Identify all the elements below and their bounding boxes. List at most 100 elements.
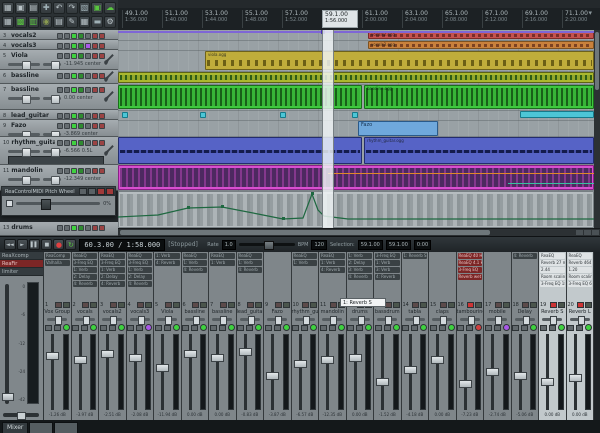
toolbar-button-icon[interactable]: ▤ xyxy=(53,16,65,28)
env-button[interactable] xyxy=(78,73,84,79)
mixer-strip[interactable]: ReaEQ3-Freq EQ1: Verb2: Delay4: Reverb 2… xyxy=(72,252,100,420)
fx-button[interactable] xyxy=(54,325,61,331)
strip-fader[interactable] xyxy=(484,332,511,412)
pan-slider-thumb[interactable] xyxy=(440,316,447,325)
track-button[interactable] xyxy=(64,53,70,59)
io-button[interactable] xyxy=(85,33,91,39)
fx-button[interactable] xyxy=(356,325,363,331)
fader-thumb[interactable] xyxy=(156,364,169,372)
strip-fader[interactable] xyxy=(264,332,291,412)
track-name[interactable]: rhythm_guitar xyxy=(11,139,55,146)
io-button[interactable] xyxy=(85,113,91,119)
zoom-out-icon[interactable] xyxy=(576,230,583,235)
toolbar-button-icon[interactable]: ◉ xyxy=(40,16,52,28)
strip-fader[interactable] xyxy=(72,332,99,412)
io-button[interactable] xyxy=(402,325,409,331)
fx-enable-button[interactable] xyxy=(71,168,77,174)
strip-fader[interactable] xyxy=(127,332,154,412)
transport-button[interactable]: ● xyxy=(53,239,64,250)
toolbar-button-icon[interactable]: ▬ xyxy=(91,16,103,28)
pan-slider-thumb[interactable] xyxy=(220,316,227,325)
strip-name[interactable]: mandolin xyxy=(319,309,346,316)
media-item[interactable] xyxy=(122,112,128,118)
minimize-icon[interactable] xyxy=(79,188,87,195)
selection-length[interactable]: 0:00 xyxy=(414,240,431,250)
fx-enable-button[interactable] xyxy=(71,87,77,93)
strip-fader[interactable] xyxy=(154,332,181,412)
fx-button[interactable] xyxy=(411,325,418,331)
io-button[interactable] xyxy=(512,325,519,331)
media-item[interactable] xyxy=(118,191,594,228)
mute-button[interactable] xyxy=(165,302,172,308)
io-button[interactable] xyxy=(430,325,437,331)
track-button[interactable] xyxy=(64,73,70,79)
track-panel[interactable]: 10 rhythm_guitar -6.566 0.5L xyxy=(0,137,118,165)
track-buttons[interactable] xyxy=(57,123,105,129)
solo-button[interactable] xyxy=(99,123,105,129)
mute-button[interactable] xyxy=(247,302,254,308)
mixer-strip[interactable]: 4: Reverb 18 Delay xyxy=(512,252,540,420)
fader-thumb[interactable] xyxy=(294,360,307,368)
toolbar-button-icon[interactable]: ✎ xyxy=(66,16,78,28)
volume-slider-thumb[interactable] xyxy=(22,176,31,185)
strip-fader[interactable] xyxy=(209,332,236,412)
pan-slider[interactable] xyxy=(377,318,397,321)
fx-slot[interactable]: 1: Verb xyxy=(73,267,98,273)
window-titlebar[interactable]: ReaControlMIDI Pitch Wheel xyxy=(2,187,115,196)
fader-thumb[interactable] xyxy=(569,374,582,382)
fader-thumb[interactable] xyxy=(459,380,472,388)
fx-slot[interactable]: 4: Reverb xyxy=(155,260,180,266)
strip-name[interactable]: Fazo xyxy=(264,309,291,316)
fader-thumb[interactable] xyxy=(486,368,499,376)
mute-button[interactable] xyxy=(330,302,337,308)
send-popup[interactable]: 1: Reverb S xyxy=(340,298,386,307)
strip-fader[interactable] xyxy=(44,332,71,412)
track-button[interactable] xyxy=(57,73,63,79)
mute-button[interactable] xyxy=(92,87,98,93)
solo-button[interactable] xyxy=(118,302,125,308)
mute-button[interactable] xyxy=(92,140,98,146)
mute-button[interactable] xyxy=(92,53,98,59)
media-item[interactable] xyxy=(200,112,206,118)
pan-slider[interactable] xyxy=(350,318,370,321)
strip-name[interactable]: mobile xyxy=(484,309,511,316)
strip-fx-list[interactable] xyxy=(484,252,511,301)
fader-thumb[interactable] xyxy=(46,352,59,360)
fader-thumb[interactable] xyxy=(376,378,389,386)
pan-slider[interactable] xyxy=(43,133,61,136)
mixer-strip[interactable]: ReaCompValhalla 1 Vox Group xyxy=(44,252,72,420)
media-item[interactable] xyxy=(280,112,286,118)
fx-slot[interactable]: 3-Freq EQ xyxy=(375,253,400,259)
solo-button[interactable] xyxy=(99,43,105,49)
record-arm-button[interactable] xyxy=(393,324,400,331)
fx-slot[interactable]: Reverb wet xyxy=(458,274,483,280)
io-button[interactable] xyxy=(320,325,327,331)
track-button[interactable] xyxy=(57,123,63,129)
fx-slot[interactable]: Reverb 27 ms xyxy=(540,260,565,266)
fx-button[interactable] xyxy=(329,325,336,331)
env-button[interactable] xyxy=(78,168,84,174)
fx-slot[interactable]: 1: Verb xyxy=(320,260,345,266)
mixer-strip[interactable]: ReaEQ1: Verb 7 bassline xyxy=(209,252,237,420)
fx-slot[interactable]: 3-Freq EQ xyxy=(458,267,483,273)
solo-button[interactable] xyxy=(99,113,105,119)
fx-slot[interactable]: 3-Freq EQ xyxy=(73,260,98,266)
track-buttons[interactable] xyxy=(57,33,105,39)
fx-slot[interactable]: 4: Reverb xyxy=(348,274,373,280)
fx-slot[interactable]: ReaEQ xyxy=(320,253,345,259)
fx-button[interactable] xyxy=(191,325,198,331)
fx-button[interactable] xyxy=(301,325,308,331)
io-button[interactable] xyxy=(155,325,162,331)
fx-slot[interactable]: 4: Reverb xyxy=(375,274,400,280)
track-name[interactable]: Viola xyxy=(11,52,55,59)
track-button[interactable] xyxy=(64,123,70,129)
record-arm-button[interactable] xyxy=(255,324,262,331)
ruler-tick[interactable]: 69.1.00 2:16.000 xyxy=(522,10,548,28)
volume-slider-thumb[interactable] xyxy=(22,95,31,104)
track-button[interactable] xyxy=(64,113,70,119)
volume-slider[interactable] xyxy=(8,63,40,66)
pan-slider-thumb[interactable] xyxy=(110,316,117,325)
mixer-strip[interactable]: ReaEQ1: Verb4: Reverb 11 mandolin xyxy=(319,252,347,420)
fx-slot[interactable]: ReaComp xyxy=(45,253,70,259)
solo-button[interactable] xyxy=(530,302,537,308)
